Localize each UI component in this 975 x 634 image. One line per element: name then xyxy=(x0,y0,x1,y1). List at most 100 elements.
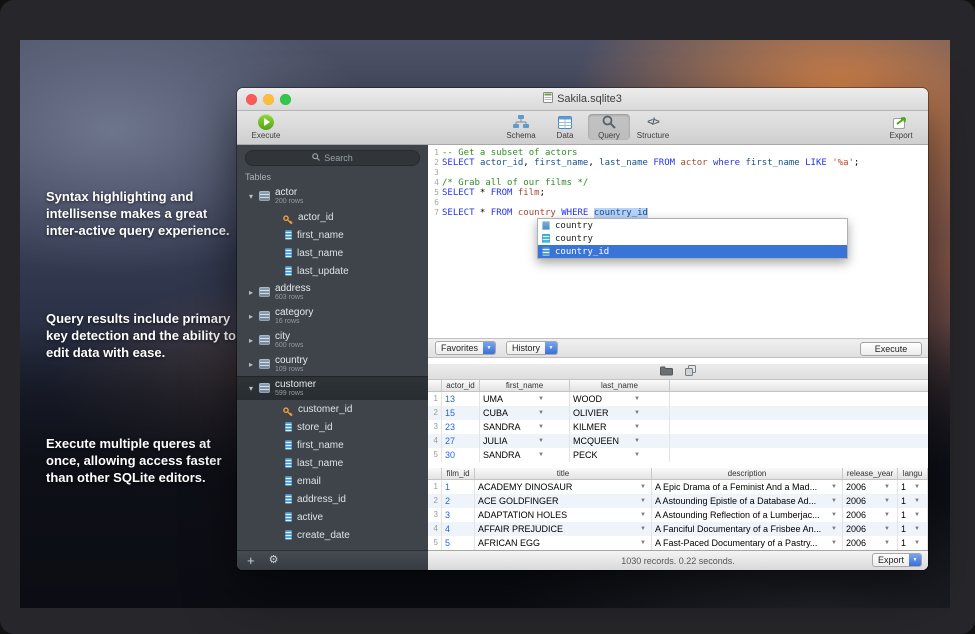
cell-dropdown-icon[interactable]: ▼ xyxy=(538,448,544,462)
cell-dropdown-icon[interactable]: ▼ xyxy=(914,480,920,494)
sidebar-column-store_id[interactable]: store_id xyxy=(237,418,428,436)
cell-description[interactable]: A Epic Drama of a Feminist And a Mad...▼ xyxy=(652,480,843,494)
toolbar-query-button[interactable]: Query xyxy=(588,114,630,140)
cell-dropdown-icon[interactable]: ▼ xyxy=(538,406,544,420)
column-header-last_name[interactable]: last_name xyxy=(570,380,670,391)
cell-dropdown-icon[interactable]: ▼ xyxy=(831,536,837,550)
cell-dropdown-icon[interactable]: ▼ xyxy=(914,508,920,522)
cell-dropdown-icon[interactable]: ▼ xyxy=(884,536,890,550)
cell-langu[interactable]: 1▼ xyxy=(898,536,928,550)
column-header-description[interactable]: description xyxy=(652,468,843,479)
table-row[interactable]: 33ADAPTATION HOLES▼A Astounding Reflecti… xyxy=(428,508,928,522)
add-table-button[interactable]: + xyxy=(247,554,255,567)
cell-dropdown-icon[interactable]: ▼ xyxy=(831,522,837,536)
table-row[interactable]: 44AFFAIR PREJUDICE▼A Fanciful Documentar… xyxy=(428,522,928,536)
sidebar-table-actor[interactable]: ▾actor200 rows xyxy=(237,184,428,208)
cell-first_name[interactable]: JULIA▼ xyxy=(480,434,570,448)
toolbar-schema-button[interactable]: Schema xyxy=(500,114,542,140)
cell-title[interactable]: ACADEMY DINOSAUR▼ xyxy=(475,480,652,494)
cell-dropdown-icon[interactable]: ▼ xyxy=(914,494,920,508)
cell-dropdown-icon[interactable]: ▼ xyxy=(640,522,646,536)
column-header-actor_id[interactable]: actor_id xyxy=(442,380,480,391)
cell-langu[interactable]: 1▼ xyxy=(898,494,928,508)
cell-first_name[interactable]: SANDRA▼ xyxy=(480,420,570,434)
cell-dropdown-icon[interactable]: ▼ xyxy=(634,448,640,462)
sidebar-table-country[interactable]: ▸country109 rows xyxy=(237,352,428,376)
disclosure-triangle-icon[interactable]: ▾ xyxy=(249,384,259,393)
cell-description[interactable]: A Fanciful Documentary of a Frisbee An..… xyxy=(652,522,843,536)
cell-first_name[interactable]: SANDRA▼ xyxy=(480,448,570,462)
cell-dropdown-icon[interactable]: ▼ xyxy=(634,420,640,434)
copy-results-icon[interactable] xyxy=(685,363,696,381)
sidebar-column-first_name[interactable]: first_name xyxy=(237,436,428,454)
sidebar-table-address[interactable]: ▸address603 rows xyxy=(237,280,428,304)
toolbar-data-button[interactable]: Data xyxy=(544,114,586,140)
cell-dropdown-icon[interactable]: ▼ xyxy=(538,434,544,448)
sidebar-column-first_name[interactable]: first_name xyxy=(237,226,428,244)
cell-release_year[interactable]: 2006▼ xyxy=(843,522,898,536)
table-row[interactable]: 215CUBA▼OLIVIER▼ xyxy=(428,406,928,420)
disclosure-triangle-icon[interactable]: ▸ xyxy=(249,288,259,297)
cell-langu[interactable]: 1▼ xyxy=(898,508,928,522)
cell-dropdown-icon[interactable]: ▼ xyxy=(634,434,640,448)
autocomplete-item-country[interactable]: country xyxy=(538,232,847,245)
disclosure-triangle-icon[interactable]: ▸ xyxy=(249,360,259,369)
cell-dropdown-icon[interactable]: ▼ xyxy=(538,392,544,406)
cell-last_name[interactable]: WOOD▼ xyxy=(570,392,670,406)
cell-title[interactable]: ACE GOLDFINGER▼ xyxy=(475,494,652,508)
cell-title[interactable]: AFFAIR PREJUDICE▼ xyxy=(475,522,652,536)
cell-title[interactable]: ADAPTATION HOLES▼ xyxy=(475,508,652,522)
sidebar-table-category[interactable]: ▸category16 rows xyxy=(237,304,428,328)
sidebar-table-customer[interactable]: ▾customer599 rows xyxy=(237,376,428,400)
cell-last_name[interactable]: PECK▼ xyxy=(570,448,670,462)
toolbar-structure-button[interactable]: </> Structure xyxy=(632,114,674,140)
cell-release_year[interactable]: 2006▼ xyxy=(843,536,898,550)
reveal-results-folder-icon[interactable] xyxy=(660,363,673,381)
cell-langu[interactable]: 1▼ xyxy=(898,480,928,494)
sidebar-column-address_id[interactable]: address_id xyxy=(237,490,428,508)
cell-langu[interactable]: 1▼ xyxy=(898,522,928,536)
cell-last_name[interactable]: MCQUEEN▼ xyxy=(570,434,670,448)
history-button[interactable]: History ▼ xyxy=(506,341,558,355)
cell-dropdown-icon[interactable]: ▼ xyxy=(884,508,890,522)
execute-query-button[interactable]: Execute xyxy=(860,342,922,356)
cell-dropdown-icon[interactable]: ▼ xyxy=(914,522,920,536)
cell-description[interactable]: A Astounding Epistle of a Database Ad...… xyxy=(652,494,843,508)
disclosure-triangle-icon[interactable]: ▾ xyxy=(249,192,259,201)
table-row[interactable]: 55AFRICAN EGG▼A Fast-Paced Documentary o… xyxy=(428,536,928,550)
cell-release_year[interactable]: 2006▼ xyxy=(843,480,898,494)
disclosure-triangle-icon[interactable]: ▸ xyxy=(249,336,259,345)
cell-release_year[interactable]: 2006▼ xyxy=(843,494,898,508)
search-field[interactable]: Search xyxy=(245,150,420,166)
column-header-first_name[interactable]: first_name xyxy=(480,380,570,391)
cell-dropdown-icon[interactable]: ▼ xyxy=(831,494,837,508)
table-row[interactable]: 113UMA▼WOOD▼ xyxy=(428,392,928,406)
cell-release_year[interactable]: 2006▼ xyxy=(843,508,898,522)
disclosure-triangle-icon[interactable]: ▸ xyxy=(249,312,259,321)
table-row[interactable]: 530SANDRA▼PECK▼ xyxy=(428,448,928,462)
column-header-release_year[interactable]: release_year xyxy=(843,468,898,479)
table-row[interactable]: 427JULIA▼MCQUEEN▼ xyxy=(428,434,928,448)
sidebar-column-email[interactable]: email xyxy=(237,472,428,490)
cell-dropdown-icon[interactable]: ▼ xyxy=(831,508,837,522)
sidebar-column-last_name[interactable]: last_name xyxy=(237,454,428,472)
cell-description[interactable]: A Astounding Reflection of a Lumberjac..… xyxy=(652,508,843,522)
favorites-button[interactable]: Favorites ▼ xyxy=(435,341,496,355)
cell-dropdown-icon[interactable]: ▼ xyxy=(640,536,646,550)
sql-editor[interactable]: 1-- Get a subset of actors2SELECT actor_… xyxy=(428,145,928,338)
minimize-window-button[interactable] xyxy=(263,94,274,105)
cell-last_name[interactable]: OLIVIER▼ xyxy=(570,406,670,420)
cell-dropdown-icon[interactable]: ▼ xyxy=(538,420,544,434)
cell-dropdown-icon[interactable]: ▼ xyxy=(884,480,890,494)
close-window-button[interactable] xyxy=(246,94,257,105)
export-results-button[interactable]: Export ▼ xyxy=(872,553,922,567)
autocomplete-item-country_id[interactable]: country_id xyxy=(538,245,847,258)
sidebar-column-active[interactable]: active xyxy=(237,508,428,526)
cell-description[interactable]: A Fast-Paced Documentary of a Pastry...▼ xyxy=(652,536,843,550)
cell-last_name[interactable]: KILMER▼ xyxy=(570,420,670,434)
cell-dropdown-icon[interactable]: ▼ xyxy=(640,480,646,494)
sidebar-column-actor_id[interactable]: actor_id xyxy=(237,208,428,226)
export-toolbar-button[interactable]: Export xyxy=(880,114,922,140)
cell-dropdown-icon[interactable]: ▼ xyxy=(634,406,640,420)
cell-dropdown-icon[interactable]: ▼ xyxy=(640,494,646,508)
